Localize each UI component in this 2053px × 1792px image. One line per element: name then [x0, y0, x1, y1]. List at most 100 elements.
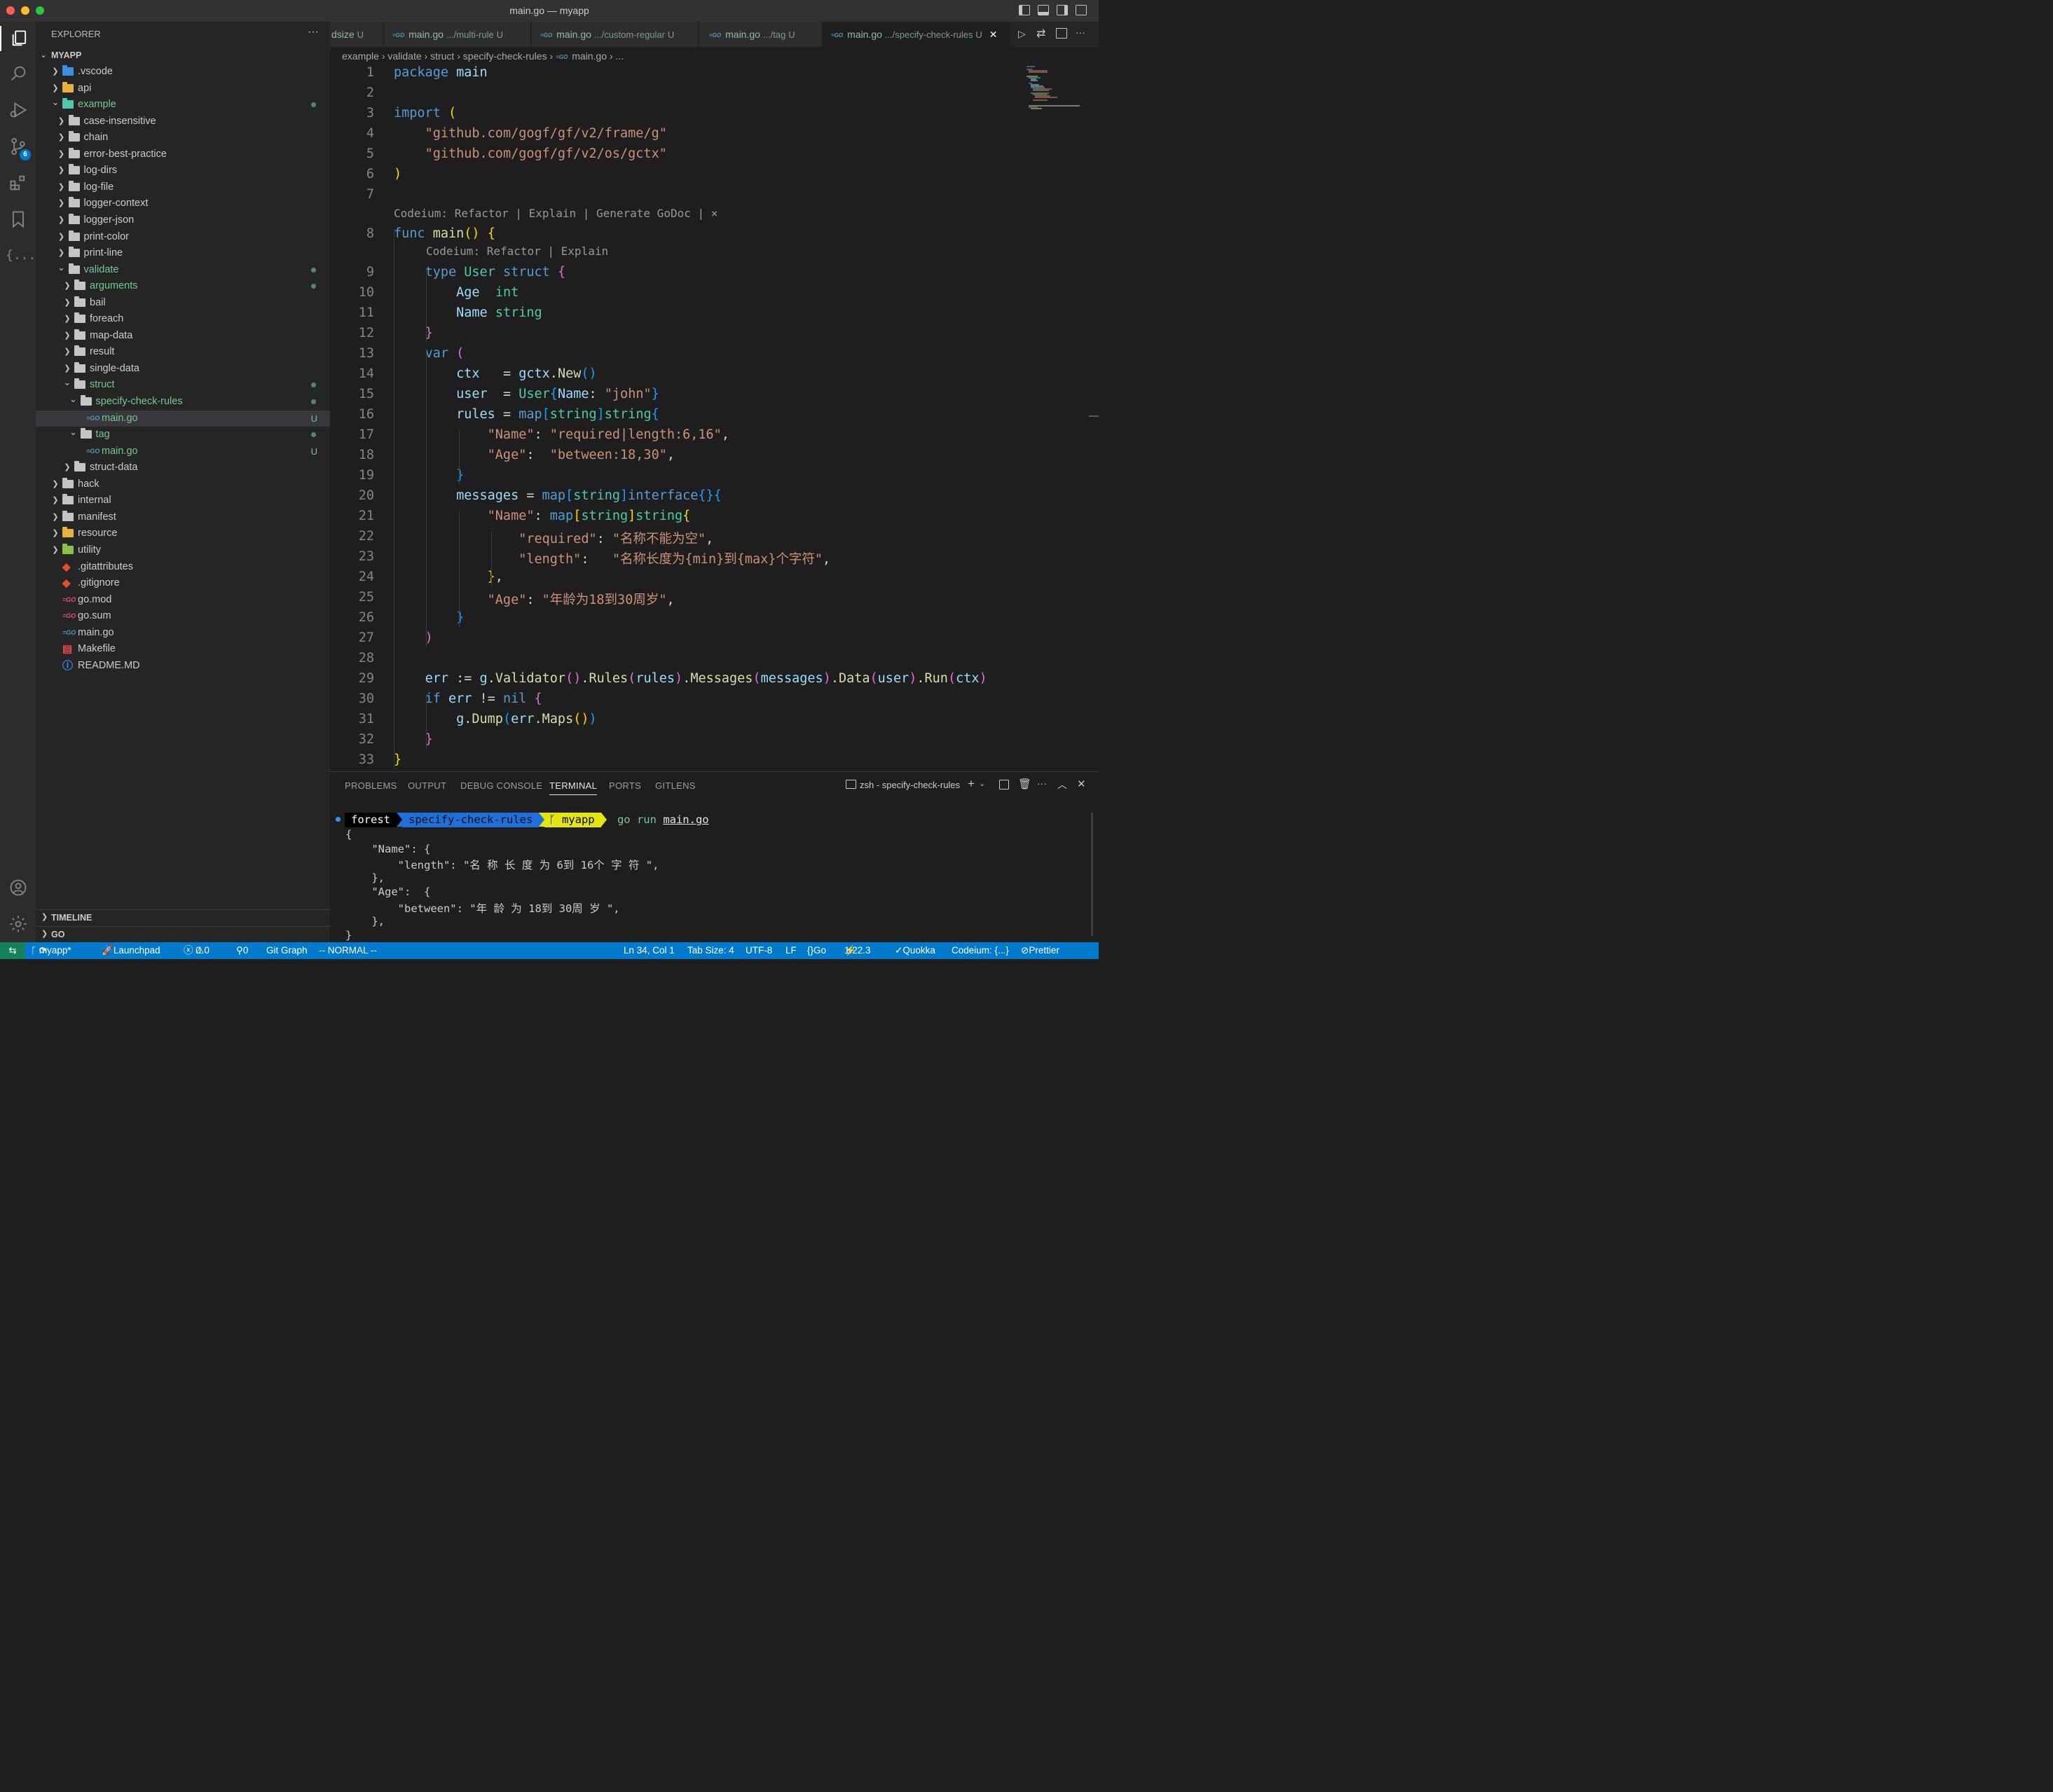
tab-ports[interactable]: PORTS	[609, 780, 641, 791]
chevron-down-icon[interactable]: ⌄	[51, 94, 60, 110]
tab-dsize[interactable]: dsize U	[330, 22, 384, 47]
chevron-down-icon[interactable]: ⌄	[69, 391, 78, 407]
chevron-right-icon[interactable]: ❯	[57, 163, 66, 179]
codeium-codelens-struct[interactable]: Codeium: Refactor | Explain	[426, 244, 608, 258]
chevron-down-icon[interactable]: ⌄	[57, 259, 66, 275]
chevron-right-icon[interactable]: ❯	[63, 295, 71, 311]
chevron-right-icon[interactable]: ❯	[41, 912, 48, 921]
tab-output[interactable]: OUTPUT	[408, 780, 446, 791]
tab-specify-check-rules[interactable]: =GO main.go .../specify-check-rules U ✕	[823, 22, 1010, 47]
folder-item[interactable]: ❯ bail	[36, 295, 330, 311]
chevron-right-icon[interactable]: ❯	[51, 476, 60, 492]
file-item[interactable]: =GO go.sum	[36, 608, 330, 624]
file-item[interactable]: =GO main.go U	[36, 443, 330, 460]
breadcrumb-item[interactable]: struct	[430, 50, 454, 62]
folder-item[interactable]: ❯ map-data	[36, 328, 330, 344]
folder-item[interactable]: ❯ print-color	[36, 229, 330, 245]
chevron-right-icon[interactable]: ❯	[51, 64, 60, 80]
quokka[interactable]: ✓ Quokka	[895, 942, 935, 959]
chevron-right-icon[interactable]: ❯	[57, 212, 66, 228]
folder-item[interactable]: ❯ case-insensitive	[36, 113, 330, 130]
chevron-down-icon[interactable]: ⌄	[979, 779, 985, 788]
tab-gitlens[interactable]: GITLENS	[655, 780, 696, 791]
split-terminal-icon[interactable]	[999, 780, 1009, 790]
json-icon[interactable]: {...}	[6, 243, 43, 268]
go-section[interactable]: GO	[51, 930, 64, 939]
folder-item[interactable]: ❯ arguments	[36, 278, 330, 294]
kill-terminal-trash-icon[interactable]: 🗑	[1018, 778, 1031, 790]
codeium-codelens-main[interactable]: Codeium: Refactor | Explain | Generate G…	[394, 207, 717, 220]
source-control-icon[interactable]: 6	[6, 134, 31, 160]
toggle-secondary-sidebar-icon[interactable]	[1057, 5, 1068, 15]
language-mode[interactable]: {} Go	[807, 942, 826, 959]
folder-item[interactable]: ⌄ validate	[36, 262, 330, 278]
tab-multi-rule[interactable]: =GO main.go .../multi-rule U	[384, 22, 531, 47]
terminal-scrollbar[interactable]	[1091, 813, 1093, 936]
tab-debug-console[interactable]: DEBUG CONSOLE	[460, 780, 542, 791]
chevron-right-icon[interactable]: ❯	[63, 460, 71, 476]
folder-item[interactable]: ❯ log-file	[36, 179, 330, 195]
explorer-icon[interactable]	[0, 26, 37, 51]
file-item[interactable]: =GO go.mod	[36, 592, 330, 608]
breadcrumb-item[interactable]: main.go	[572, 50, 607, 62]
tab-terminal[interactable]: TERMINAL	[549, 780, 598, 795]
folder-item[interactable]: ❯ hack	[36, 476, 330, 492]
chevron-down-icon[interactable]: ⌄	[69, 424, 78, 440]
minimap[interactable]	[1024, 65, 1087, 114]
git-branch[interactable]: ᚴ myapp* ⟳	[31, 942, 71, 959]
file-item[interactable]: =GO main.go U	[36, 410, 330, 427]
breadcrumb-item[interactable]: validate	[387, 50, 421, 62]
breadcrumb-item[interactable]: example	[342, 50, 379, 62]
chevron-right-icon[interactable]: ❯	[51, 492, 60, 509]
tab-problems[interactable]: PROBLEMS	[345, 780, 397, 791]
more-actions-icon[interactable]: ···	[1076, 27, 1085, 38]
code-editor[interactable]: 1 package main 2 3 import (4 "github.com/gog…	[330, 65, 1099, 771]
file-item[interactable]: ◆ .gitattributes	[36, 559, 330, 575]
search-icon[interactable]	[6, 61, 31, 86]
chevron-right-icon[interactable]: ❯	[63, 344, 71, 360]
run-and-debug-icon[interactable]	[6, 97, 31, 123]
folder-item[interactable]: ❯ error-best-practice	[36, 146, 330, 163]
problems-indicator[interactable]: ⓧ 0 ⚠ 0	[184, 942, 210, 959]
chevron-right-icon[interactable]: ❯	[51, 509, 60, 525]
ports-indicator[interactable]: ⚲ 0	[236, 942, 248, 959]
close-panel-icon[interactable]: ✕	[1077, 778, 1086, 790]
file-encoding[interactable]: UTF-8	[746, 942, 772, 959]
customize-layout-icon[interactable]	[1076, 5, 1087, 15]
chevron-right-icon[interactable]: ❯	[57, 146, 66, 163]
folder-item[interactable]: ❯ print-line	[36, 245, 330, 261]
folder-item[interactable]: ❯ utility	[36, 542, 330, 558]
workspace-root[interactable]: MYAPP	[51, 50, 81, 60]
chevron-down-icon[interactable]: ⌄	[63, 374, 71, 390]
manage-gear-icon[interactable]	[6, 911, 31, 937]
tab-tag[interactable]: =GO main.go .../tag U	[699, 22, 822, 47]
folder-item[interactable]: ❯ single-data	[36, 361, 330, 377]
file-item[interactable]: ◆ .gitignore	[36, 575, 330, 591]
chevron-right-icon[interactable]: ❯	[57, 195, 66, 212]
run-file-icon[interactable]: ▷	[1018, 28, 1026, 40]
compare-changes-icon[interactable]: ⇄	[1036, 27, 1045, 41]
folder-item[interactable]: ❯ resource	[36, 525, 330, 542]
folder-item[interactable]: ❯ chain	[36, 130, 330, 146]
folder-item[interactable]: ❯ result	[36, 344, 330, 360]
folder-item[interactable]: ⌄ struct	[36, 377, 330, 393]
more-actions-icon[interactable]: ···	[1037, 778, 1047, 789]
file-item[interactable]: ▤ Makefile	[36, 641, 330, 657]
timeline-section[interactable]: TIMELINE	[51, 913, 92, 923]
cursor-position[interactable]: Ln 34, Col 1	[624, 942, 675, 959]
close-tab-icon[interactable]: ✕	[989, 29, 998, 40]
end-of-line[interactable]: LF	[785, 942, 797, 959]
folder-item[interactable]: ❯ logger-context	[36, 195, 330, 212]
breadcrumb-item[interactable]: ...	[615, 50, 624, 62]
folder-item[interactable]: ❯ log-dirs	[36, 163, 330, 179]
chevron-right-icon[interactable]: ❯	[51, 525, 60, 542]
folder-item[interactable]: ⌄ example	[36, 97, 330, 113]
explorer-more-actions[interactable]: ···	[308, 26, 319, 39]
launchpad[interactable]: 🚀 Launchpad	[102, 942, 160, 959]
split-editor-icon[interactable]	[1056, 28, 1067, 39]
new-terminal-icon[interactable]: +	[968, 777, 975, 791]
chevron-right-icon[interactable]: ❯	[51, 542, 60, 558]
folder-item[interactable]: ⌄ specify-check-rules	[36, 394, 330, 410]
maximize-panel-icon[interactable]: ︿	[1057, 778, 1067, 792]
toggle-panel-icon[interactable]	[1038, 5, 1049, 15]
